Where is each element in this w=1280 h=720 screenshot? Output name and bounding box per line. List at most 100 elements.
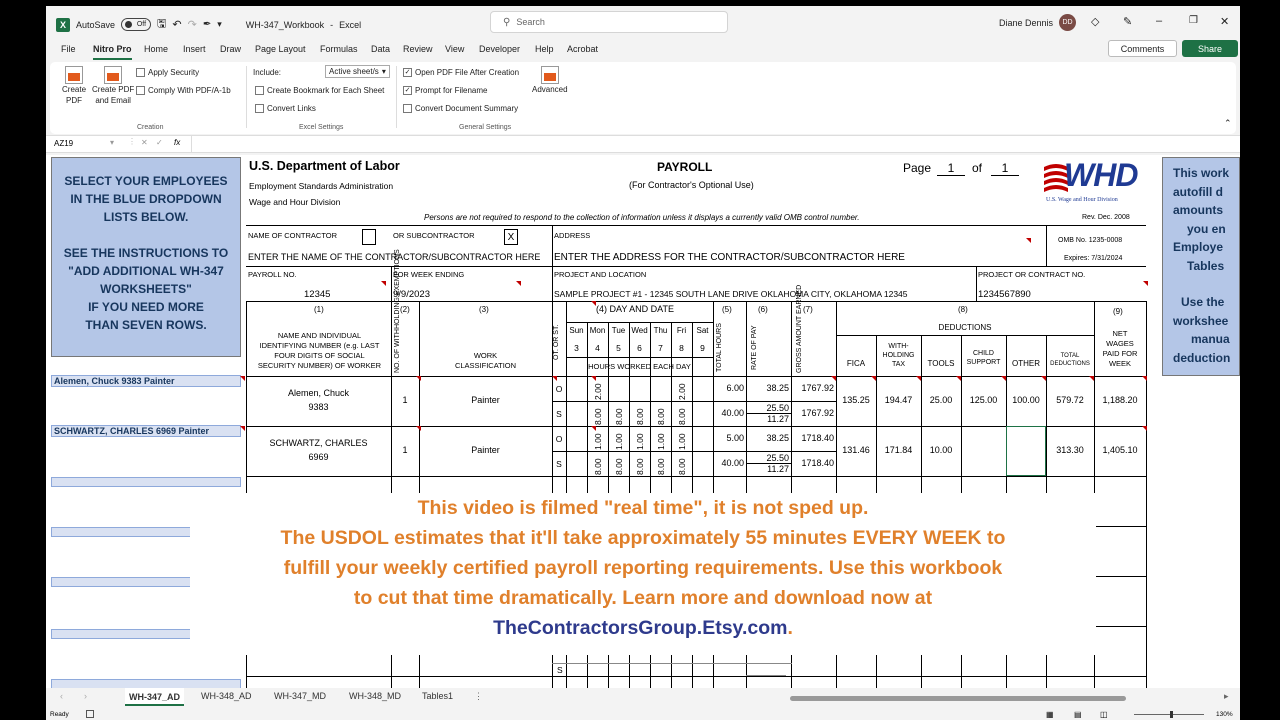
tab-data[interactable]: Data bbox=[371, 44, 390, 54]
ot-total-hours[interactable]: 5.00 bbox=[713, 433, 744, 443]
open-pdf-option[interactable]: ✓ Open PDF File After Creation bbox=[403, 68, 519, 77]
bookmark-option[interactable]: Create Bookmark for Each Sheet bbox=[255, 86, 384, 95]
net-wages-value[interactable]: 1,405.10 bbox=[1094, 445, 1146, 455]
comply-checkbox[interactable] bbox=[136, 86, 145, 95]
share-button[interactable]: Share bbox=[1182, 40, 1238, 57]
apply-security-option[interactable]: Apply Security bbox=[136, 68, 199, 77]
st-gross[interactable]: 1767.92 bbox=[791, 408, 834, 418]
project-no-value[interactable]: 1234567890 bbox=[978, 289, 1031, 300]
create-pdf-email-button[interactable]: Create PDF and Email bbox=[92, 66, 134, 106]
fringe-rate[interactable]: 11.27 bbox=[746, 464, 789, 474]
page-layout-view-icon[interactable]: ▤ bbox=[1074, 710, 1082, 719]
function-icon[interactable]: fx bbox=[174, 138, 180, 147]
avatar[interactable]: DD bbox=[1059, 14, 1077, 31]
st-hours-cell[interactable]: 8.00 bbox=[593, 402, 603, 425]
collapse-ribbon-icon[interactable]: ⌃ bbox=[1224, 118, 1232, 129]
tab-tables1[interactable]: Tables1 bbox=[422, 691, 453, 701]
project-location-value[interactable]: SAMPLE PROJECT #1 - 12345 SOUTH LANE DRI… bbox=[554, 289, 908, 299]
format-painter-icon[interactable]: ✒ bbox=[203, 19, 211, 30]
convert-links-checkbox[interactable] bbox=[255, 104, 264, 113]
advanced-button[interactable]: Advanced bbox=[532, 66, 568, 94]
ot-hours-cell[interactable]: 1.00 bbox=[635, 427, 645, 450]
payroll-no-value[interactable]: 12345 bbox=[304, 289, 330, 300]
st-hours-cell[interactable]: 8.00 bbox=[677, 402, 687, 425]
include-select[interactable]: Active sheet/s ▾ bbox=[325, 65, 390, 78]
ot-hours-cell[interactable]: 1.00 bbox=[677, 427, 687, 450]
withholding-value[interactable]: 194.47 bbox=[876, 395, 921, 405]
page-break-view-icon[interactable]: ◫ bbox=[1100, 710, 1108, 719]
comply-option[interactable]: Comply With PDF/A-1b bbox=[136, 86, 231, 95]
restore-icon[interactable]: ❐ bbox=[1189, 15, 1198, 26]
total-deductions-value[interactable]: 313.30 bbox=[1046, 445, 1094, 455]
work-class-value[interactable]: Painter bbox=[419, 445, 552, 455]
convert-summary-checkbox[interactable] bbox=[403, 104, 412, 113]
contractor-address-field[interactable]: ENTER THE ADDRESS FOR THE CONTRACTOR/SUB… bbox=[554, 252, 905, 263]
undo-icon[interactable]: ↶ bbox=[172, 18, 181, 31]
prev-sheet-icon[interactable]: ‹ bbox=[60, 691, 63, 701]
convert-summary-option[interactable]: Convert Document Summary bbox=[403, 104, 518, 113]
etsy-link[interactable]: TheContractorsGroup.Etsy.com bbox=[493, 617, 787, 639]
tab-wh-348-ad[interactable]: WH-348_AD bbox=[201, 691, 252, 701]
selected-cell[interactable] bbox=[1006, 426, 1046, 476]
employee-id[interactable]: 6969 bbox=[246, 452, 391, 462]
ot-gross[interactable]: 1718.40 bbox=[791, 433, 834, 443]
close-icon[interactable]: ✕ bbox=[1220, 15, 1229, 28]
ot-rate[interactable]: 38.25 bbox=[746, 433, 789, 443]
tab-review[interactable]: Review bbox=[403, 44, 433, 54]
zoom-thumb[interactable] bbox=[1170, 711, 1173, 718]
st-hours-cell[interactable]: 8.00 bbox=[593, 452, 603, 475]
total-deductions-value[interactable]: 579.72 bbox=[1046, 395, 1094, 405]
st-hours-cell[interactable]: 8.00 bbox=[614, 402, 624, 425]
st-gross[interactable]: 1718.40 bbox=[791, 458, 834, 468]
tab-view[interactable]: View bbox=[445, 44, 464, 54]
tab-wh-347-md[interactable]: WH-347_MD bbox=[274, 691, 326, 701]
scroll-right-icon[interactable]: ▸ bbox=[1224, 691, 1229, 702]
subcontractor-checkbox[interactable]: X bbox=[504, 229, 518, 245]
tab-acrobat[interactable]: Acrobat bbox=[567, 44, 598, 54]
ot-rate[interactable]: 38.25 bbox=[746, 383, 789, 393]
st-rate[interactable]: 25.50 bbox=[746, 403, 789, 413]
fringe-rate[interactable]: 11.27 bbox=[746, 414, 789, 424]
st-total-hours[interactable]: 40.00 bbox=[713, 458, 744, 468]
st-hours-cell[interactable]: 8.00 bbox=[614, 452, 624, 475]
cancel-icon[interactable]: ✕ bbox=[141, 138, 148, 147]
minimize-icon[interactable]: – bbox=[1156, 15, 1162, 27]
contractor-checkbox[interactable] bbox=[362, 229, 376, 245]
zoom-slider[interactable] bbox=[1134, 714, 1204, 715]
employee-dropdown-7[interactable] bbox=[51, 679, 241, 688]
employee-dropdown-1[interactable]: Alemen, Chuck 9383 Painter bbox=[51, 375, 241, 387]
normal-view-icon[interactable]: ▦ bbox=[1046, 710, 1054, 719]
ot-gross[interactable]: 1767.92 bbox=[791, 383, 834, 393]
tab-formulas[interactable]: Formulas bbox=[320, 44, 358, 54]
name-box-chevron-icon[interactable]: ▾ bbox=[110, 138, 114, 147]
fica-value[interactable]: 131.46 bbox=[836, 445, 876, 455]
convert-links-option[interactable]: Convert Links bbox=[255, 104, 316, 113]
fica-value[interactable]: 135.25 bbox=[836, 395, 876, 405]
tools-value[interactable]: 25.00 bbox=[921, 395, 961, 405]
pen-icon[interactable]: ✎ bbox=[1123, 15, 1132, 28]
ot-hours-cell[interactable]: 2.00 bbox=[677, 377, 687, 400]
next-sheet-icon[interactable]: › bbox=[84, 691, 87, 701]
st-hours-cell[interactable]: 8.00 bbox=[677, 452, 687, 475]
st-hours-cell[interactable]: 8.00 bbox=[635, 402, 645, 425]
child-support-value[interactable]: 125.00 bbox=[961, 395, 1006, 405]
st-total-hours[interactable]: 40.00 bbox=[713, 408, 744, 418]
add-sheet-icon[interactable]: ⋮ bbox=[474, 691, 483, 702]
accessibility-icon[interactable] bbox=[86, 710, 94, 718]
horizontal-scrollbar[interactable] bbox=[790, 696, 1126, 701]
tab-insert[interactable]: Insert bbox=[183, 44, 206, 54]
employee-dropdown-3[interactable] bbox=[51, 477, 241, 487]
st-hours-cell[interactable]: 8.00 bbox=[635, 452, 645, 475]
employee-id[interactable]: 9383 bbox=[246, 402, 391, 412]
work-class-value[interactable]: Painter bbox=[419, 395, 552, 405]
net-wages-value[interactable]: 1,188.20 bbox=[1094, 395, 1146, 405]
st-rate[interactable]: 25.50 bbox=[746, 453, 789, 463]
tab-developer[interactable]: Developer bbox=[479, 44, 520, 54]
tab-wh-347-ad[interactable]: WH-347_AD bbox=[125, 688, 185, 706]
ot-hours-cell[interactable]: 1.00 bbox=[656, 427, 666, 450]
save-icon[interactable]: 🖫 bbox=[157, 15, 166, 34]
enter-icon[interactable]: ✓ bbox=[156, 138, 163, 147]
search-box[interactable]: ⚲ Search bbox=[490, 11, 728, 33]
tools-value[interactable]: 10.00 bbox=[921, 445, 961, 455]
st-hours-cell[interactable]: 8.00 bbox=[656, 452, 666, 475]
